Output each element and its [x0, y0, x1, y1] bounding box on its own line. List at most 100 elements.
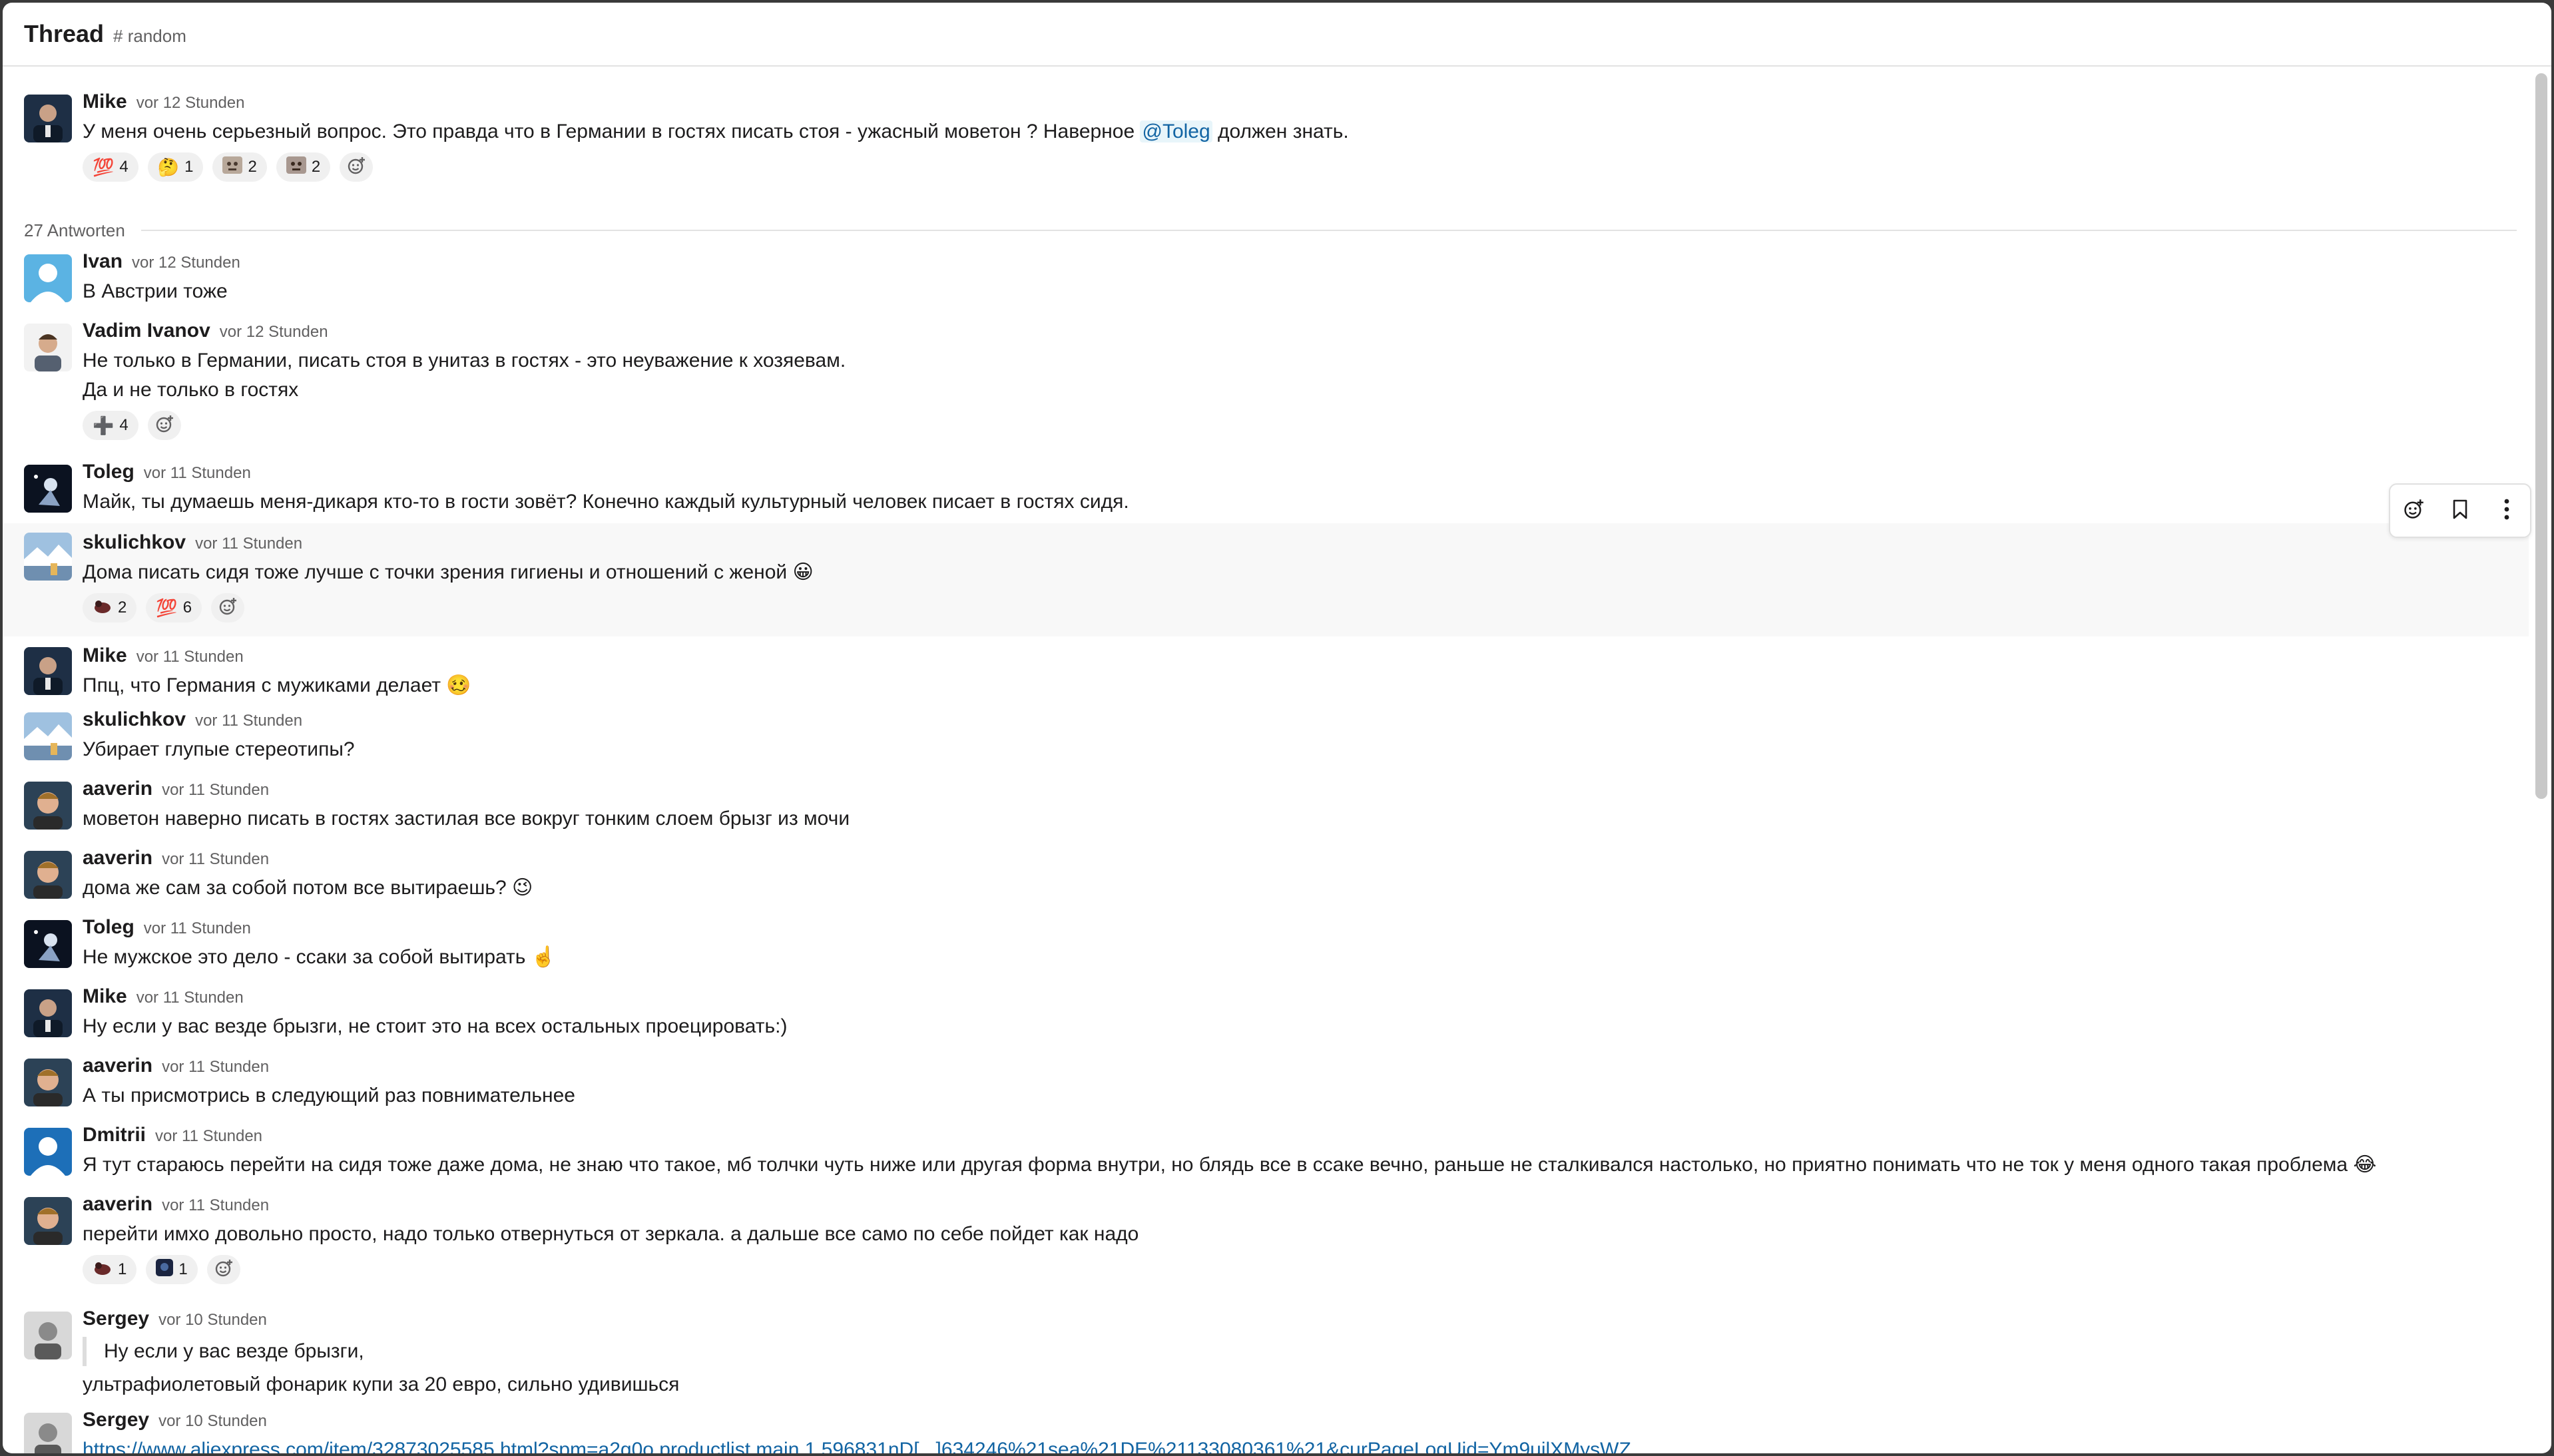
- avatar[interactable]: [24, 1128, 72, 1176]
- timestamp[interactable]: vor 11 Stunden: [144, 919, 251, 938]
- reaction-custom[interactable]: 1: [83, 1255, 137, 1284]
- avatar[interactable]: [24, 851, 72, 899]
- avatar[interactable]: [24, 712, 72, 760]
- custom-bird-emoji-icon: [93, 1259, 113, 1281]
- author-name[interactable]: Toleg: [83, 461, 134, 483]
- author-name[interactable]: aaverin: [83, 1055, 152, 1077]
- avatar[interactable]: [24, 465, 72, 513]
- add-reaction-button[interactable]: [206, 1255, 240, 1284]
- custom-dark-emoji-icon: [156, 1258, 174, 1281]
- avatar[interactable]: [24, 782, 72, 830]
- avatar[interactable]: [24, 1312, 72, 1359]
- avatar[interactable]: [24, 647, 72, 695]
- more-actions-button[interactable]: [2488, 492, 2525, 529]
- timestamp[interactable]: vor 11 Stunden: [195, 712, 302, 730]
- plus-emoji-icon: ➕: [93, 415, 115, 435]
- author-name[interactable]: aaverin: [83, 847, 152, 869]
- message-text: Майк, ты думаешь меня-дикаря кто-то в го…: [83, 491, 1129, 513]
- author-name[interactable]: Sergey: [83, 1308, 149, 1330]
- avatar[interactable]: [24, 1413, 72, 1453]
- author-name[interactable]: Mike: [83, 644, 127, 667]
- author-name[interactable]: skulichkov: [83, 531, 186, 554]
- reply-message: Vadim Ivanov vor 12 Stunden Не только в Г…: [3, 317, 2529, 458]
- reply-message: Toleg vor 11 Stunden Майк, ты думаешь мен…: [3, 458, 2529, 523]
- timestamp[interactable]: vor 12 Stunden: [136, 94, 245, 113]
- replies-divider: 27 Antworten: [3, 213, 2529, 248]
- message-text: Дома писать сидя тоже лучше с точки зрен…: [83, 561, 814, 583]
- author-name[interactable]: Ivan: [83, 250, 123, 273]
- timestamp[interactable]: vor 10 Stunden: [158, 1311, 267, 1330]
- add-reaction-icon: [214, 1258, 234, 1282]
- author-name[interactable]: Toleg: [83, 916, 134, 939]
- timestamp[interactable]: vor 11 Stunden: [144, 464, 251, 483]
- message-text: У меня очень серьезный вопрос. Это правд…: [83, 121, 1349, 142]
- thread-window: Thread # random Mike vor 12 Stunden У мен…: [3, 3, 2551, 1453]
- avatar[interactable]: [24, 989, 72, 1037]
- reply-message: aaverin vor 11 Stunden А ты присмотрись в…: [3, 1052, 2529, 1121]
- message-text: Убирает глупые стереотипы?: [83, 738, 355, 760]
- timestamp[interactable]: vor 11 Stunden: [136, 648, 244, 666]
- avatar[interactable]: [24, 533, 72, 581]
- thread-title: Thread: [24, 20, 105, 47]
- timestamp[interactable]: vor 11 Stunden: [136, 989, 244, 1007]
- author-name[interactable]: aaverin: [83, 1193, 152, 1216]
- message-text: Да и не только в гостях: [83, 379, 299, 401]
- avatar[interactable]: [24, 95, 72, 142]
- add-reaction-icon: [218, 597, 238, 620]
- reply-message: aaverin vor 11 Stunden перейти имхо довол…: [3, 1190, 2529, 1298]
- message-text: В Австрии тоже: [83, 280, 228, 302]
- reaction-custom[interactable]: 1: [146, 1255, 198, 1284]
- add-reaction-button[interactable]: [147, 411, 181, 440]
- message-text: Ну если у вас везде брызги, не стоит это…: [83, 1015, 788, 1037]
- author-name[interactable]: Mike: [83, 91, 127, 113]
- author-name[interactable]: Dmitrii: [83, 1124, 146, 1146]
- message-text: дома же сам за собой потом все вытираешь…: [83, 877, 533, 899]
- channel-name[interactable]: # random: [113, 26, 186, 47]
- reaction-100[interactable]: 💯 6: [146, 593, 202, 622]
- scrollbar-thumb[interactable]: [2535, 73, 2547, 799]
- save-for-later-button[interactable]: [2441, 492, 2479, 529]
- hundred-points-emoji-icon: 💯: [93, 156, 115, 177]
- message-text: перейти имхо довольно просто, надо тольк…: [83, 1223, 1139, 1245]
- hundred-points-emoji-icon: 💯: [156, 597, 178, 618]
- user-mention[interactable]: @Toleg: [1140, 121, 1212, 142]
- reaction-plus[interactable]: ➕ 4: [83, 411, 138, 440]
- timestamp[interactable]: vor 11 Stunden: [195, 535, 302, 553]
- reply-message: Mike vor 11 Stunden Ну если у вас везде б…: [3, 983, 2529, 1052]
- timestamp[interactable]: vor 11 Stunden: [155, 1127, 262, 1146]
- timestamp[interactable]: vor 12 Stunden: [220, 323, 328, 342]
- timestamp[interactable]: vor 11 Stunden: [162, 781, 269, 800]
- avatar[interactable]: [24, 1059, 72, 1106]
- add-reaction-icon: [346, 156, 366, 179]
- add-reaction-button[interactable]: [211, 593, 245, 622]
- reply-message: Ivan vor 12 Stunden В Австрии тоже: [3, 248, 2529, 317]
- reactions-bar: 💯 4 🤔 1 2 2: [83, 152, 2529, 182]
- reaction-thinking[interactable]: 🤔 1: [147, 152, 204, 182]
- avatar[interactable]: [24, 920, 72, 968]
- add-reaction-button[interactable]: [340, 152, 374, 182]
- avatar[interactable]: [24, 1197, 72, 1245]
- reaction-custom[interactable]: 2: [212, 152, 267, 182]
- author-name[interactable]: Mike: [83, 985, 127, 1008]
- timestamp[interactable]: vor 12 Stunden: [132, 254, 240, 272]
- avatar[interactable]: [24, 254, 72, 302]
- timestamp[interactable]: vor 11 Stunden: [162, 850, 269, 869]
- timestamp[interactable]: vor 11 Stunden: [162, 1058, 269, 1077]
- add-reaction-button[interactable]: [2395, 492, 2432, 529]
- author-name[interactable]: Vadim Ivanov: [83, 320, 210, 342]
- add-reaction-icon: [2402, 498, 2425, 524]
- timestamp[interactable]: vor 10 Stunden: [158, 1412, 267, 1431]
- reaction-custom[interactable]: 2: [276, 152, 331, 182]
- reply-message: Sergey vor 10 Stunden Ну если у вас везде…: [3, 1298, 2529, 1406]
- custom-bird-emoji-icon: [93, 597, 113, 619]
- author-name[interactable]: Sergey: [83, 1409, 149, 1431]
- author-name[interactable]: skulichkov: [83, 708, 186, 731]
- reaction-custom[interactable]: 2: [83, 593, 137, 622]
- message-text: Я тут стараюсь перейти на сидя тоже даже…: [83, 1154, 2377, 1176]
- add-reaction-icon: [154, 414, 174, 437]
- timestamp[interactable]: vor 11 Stunden: [162, 1196, 269, 1215]
- reaction-100[interactable]: 💯 4: [83, 152, 138, 182]
- avatar[interactable]: [24, 324, 72, 371]
- author-name[interactable]: aaverin: [83, 778, 152, 800]
- message-link[interactable]: https://www.aliexpress.com/item/32873025…: [83, 1439, 1631, 1453]
